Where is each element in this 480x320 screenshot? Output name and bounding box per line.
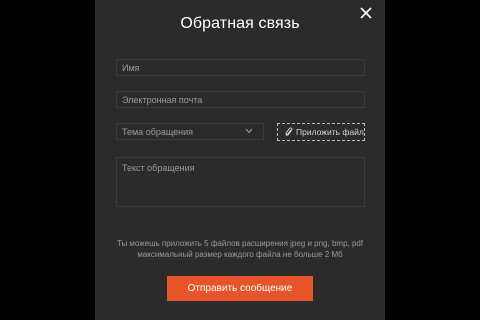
modal-title: Обратная связь	[180, 15, 300, 32]
feedback-modal: Обратная связь Тема обращения Приложить …	[95, 0, 385, 320]
submit-button[interactable]: Отправить сообщение	[167, 276, 313, 301]
attach-file-button[interactable]: Приложить файл	[277, 123, 365, 141]
screen: Обратная связь Тема обращения Приложить …	[0, 0, 480, 320]
chevron-down-icon	[245, 128, 253, 134]
name-input[interactable]	[116, 59, 365, 76]
paperclip-icon	[285, 127, 293, 136]
attachment-hint-line2: максимальный размер каждого файла не бол…	[137, 250, 343, 259]
email-input[interactable]	[116, 91, 365, 108]
attachment-hint-line1: Ты можешь приложить 5 файлов расширения …	[116, 239, 364, 248]
attach-file-label: Приложить файл	[296, 127, 364, 137]
topic-select-label: Тема обращения	[122, 127, 194, 137]
message-textarea[interactable]	[116, 157, 365, 207]
attachment-hint: Ты можешь приложить 5 файлов расширения …	[95, 238, 385, 260]
topic-select[interactable]: Тема обращения	[116, 123, 264, 140]
